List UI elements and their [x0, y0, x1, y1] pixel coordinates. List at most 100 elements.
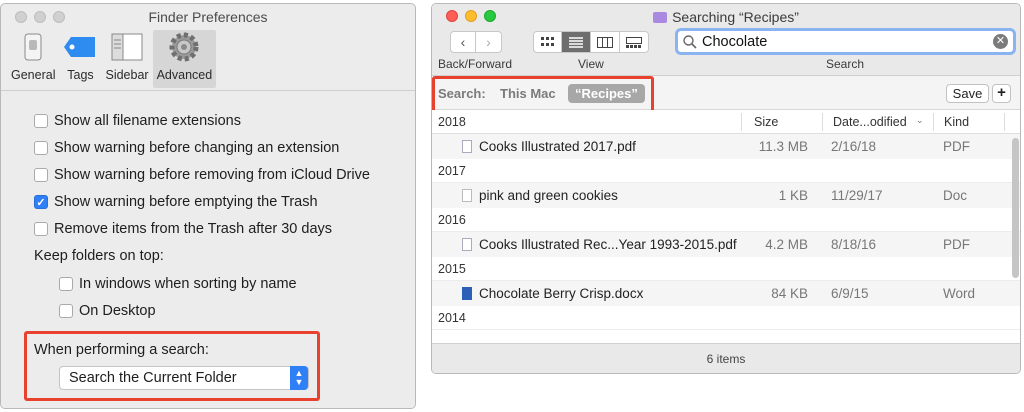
group-header-2018: 2018 — [438, 115, 466, 129]
file-date: 8/18/16 — [831, 237, 877, 252]
column-divider — [1004, 113, 1005, 131]
table-row[interactable]: Chocolate Berry Crisp.docx 84 KB 6/9/15 … — [432, 281, 1020, 306]
search-scope-popup[interactable]: Search the Current Folder ▲ ▼ — [59, 366, 309, 390]
table-row[interactable]: Cooks Illustrated 2017.pdf 11.3 MB 2/16/… — [432, 134, 1020, 159]
highlight-box-scope — [432, 76, 654, 114]
tab-advanced[interactable]: Advanced — [152, 30, 217, 88]
search-setting-label: When performing a search: — [34, 342, 209, 358]
icon-view-button[interactable] — [533, 31, 562, 53]
option-warn-icloud-remove[interactable]: Show warning before removing from iCloud… — [34, 167, 370, 183]
search-toolbar: Searching “Recipes” ‹ › Back/Forward Vie… — [432, 4, 1020, 76]
table-row[interactable]: pink and green cookies 1 KB 11/29/17 Doc — [432, 183, 1020, 208]
tab-tags[interactable]: Tags — [59, 30, 101, 88]
vertical-scrollbar[interactable] — [1012, 138, 1019, 278]
word-document-icon — [462, 287, 472, 300]
status-bar: 6 items — [432, 343, 1020, 373]
search-icon — [683, 34, 697, 49]
sidebar-icon — [111, 30, 143, 64]
file-date: 11/29/17 — [831, 188, 883, 203]
list-header: 2018 Size Date...odified ⌄ Kind — [432, 110, 1020, 134]
checkbox[interactable] — [59, 304, 73, 318]
option-warn-extension-change[interactable]: Show warning before changing an extensio… — [34, 140, 339, 156]
file-date: 6/9/15 — [831, 286, 869, 301]
tab-tags-label: Tags — [67, 68, 94, 82]
option-warn-empty-trash[interactable]: ✓ Show warning before emptying the Trash — [34, 194, 318, 210]
gallery-icon — [626, 36, 642, 48]
file-kind: Word — [943, 286, 976, 301]
tag-icon — [63, 30, 97, 64]
add-criteria-button[interactable]: + — [992, 84, 1011, 103]
list-icon — [569, 36, 583, 48]
prefs-titlebar: Finder Preferences — [1, 4, 415, 30]
file-kind: PDF — [943, 237, 970, 252]
group-header-2015: 2015 — [432, 257, 1020, 281]
keep-folders-heading: Keep folders on top: — [34, 248, 164, 264]
close-button[interactable] — [15, 11, 27, 23]
file-name: Cooks Illustrated Rec...Year 1993-2015.p… — [479, 237, 737, 252]
tab-general[interactable]: General — [7, 30, 59, 88]
file-size: 11.3 MB — [758, 139, 808, 154]
column-divider — [741, 113, 742, 131]
updown-chevron-icon: ▲ ▼ — [290, 366, 308, 390]
checkbox[interactable] — [59, 277, 73, 291]
checkbox[interactable] — [34, 222, 48, 236]
option-folders-top-desktop[interactable]: On Desktop — [59, 303, 156, 319]
option-show-extensions[interactable]: Show all filename extensions — [34, 113, 241, 129]
checkbox-checked[interactable]: ✓ — [34, 195, 48, 209]
option-label: Remove items from the Trash after 30 day… — [54, 221, 333, 237]
keep-folders-label: Keep folders on top: — [34, 248, 164, 264]
document-icon — [462, 189, 472, 202]
search-label: Search — [826, 57, 865, 71]
search-input[interactable]: Chocolate ✕ — [675, 28, 1016, 55]
column-size[interactable]: Size — [754, 115, 778, 129]
option-label: Show all filename extensions — [54, 113, 241, 129]
column-divider — [933, 113, 934, 131]
view-mode-group — [533, 31, 649, 53]
group-header-2014: 2014 — [432, 306, 1020, 330]
search-setting-heading: When performing a search: — [34, 342, 209, 358]
column-divider — [822, 113, 823, 131]
file-name: Chocolate Berry Crisp.docx — [479, 286, 644, 301]
option-remove-trash-30-days[interactable]: Remove items from the Trash after 30 day… — [34, 221, 332, 237]
search-scope-value: Search the Current Folder — [69, 370, 237, 386]
list-view-button[interactable] — [562, 31, 591, 53]
column-view-button[interactable] — [591, 31, 620, 53]
finder-preferences-window: Finder Preferences General Tags Sidebar … — [0, 3, 416, 409]
file-size: 84 KB — [771, 286, 808, 301]
gear-icon — [167, 30, 201, 64]
clear-search-icon[interactable]: ✕ — [993, 34, 1008, 49]
window-controls — [15, 11, 65, 23]
checkbox[interactable] — [34, 114, 48, 128]
option-folders-top-windows[interactable]: In windows when sorting by name — [59, 276, 297, 292]
checkbox[interactable] — [34, 141, 48, 155]
minimize-button[interactable] — [34, 11, 46, 23]
file-kind: PDF — [943, 139, 970, 154]
file-date: 2/16/18 — [831, 139, 877, 154]
group-header-2017: 2017 — [432, 159, 1020, 183]
pdf-file-icon — [462, 238, 472, 251]
pdf-file-icon — [462, 140, 472, 153]
forward-button[interactable]: › — [476, 31, 502, 53]
back-forward-label: Back/Forward — [438, 57, 513, 71]
tab-general-label: General — [11, 68, 56, 82]
gallery-view-button[interactable] — [620, 31, 649, 53]
chevron-left-icon: ‹ — [460, 34, 466, 50]
back-button[interactable]: ‹ — [450, 31, 476, 53]
checkbox[interactable] — [34, 168, 48, 182]
chevron-down-icon: ⌄ — [916, 115, 924, 125]
zoom-button[interactable] — [53, 11, 65, 23]
search-query: Chocolate — [702, 33, 768, 50]
option-label: In windows when sorting by name — [79, 276, 297, 292]
results-list: Cooks Illustrated 2017.pdf 11.3 MB 2/16/… — [432, 134, 1020, 330]
view-label: View — [578, 57, 604, 71]
save-search-button[interactable]: Save — [946, 84, 989, 103]
prefs-toolbar: General Tags Sidebar Advanced — [1, 30, 415, 90]
column-date-modified[interactable]: Date...odified — [833, 115, 907, 129]
table-row[interactable]: Cooks Illustrated Rec...Year 1993-2015.p… — [432, 232, 1020, 257]
tab-advanced-label: Advanced — [156, 68, 213, 82]
option-label: Show warning before changing an extensio… — [54, 140, 340, 156]
tab-sidebar[interactable]: Sidebar — [101, 30, 152, 88]
option-label: Show warning before emptying the Trash — [54, 194, 318, 210]
column-kind[interactable]: Kind — [944, 115, 969, 129]
file-size: 4.2 MB — [765, 237, 808, 252]
